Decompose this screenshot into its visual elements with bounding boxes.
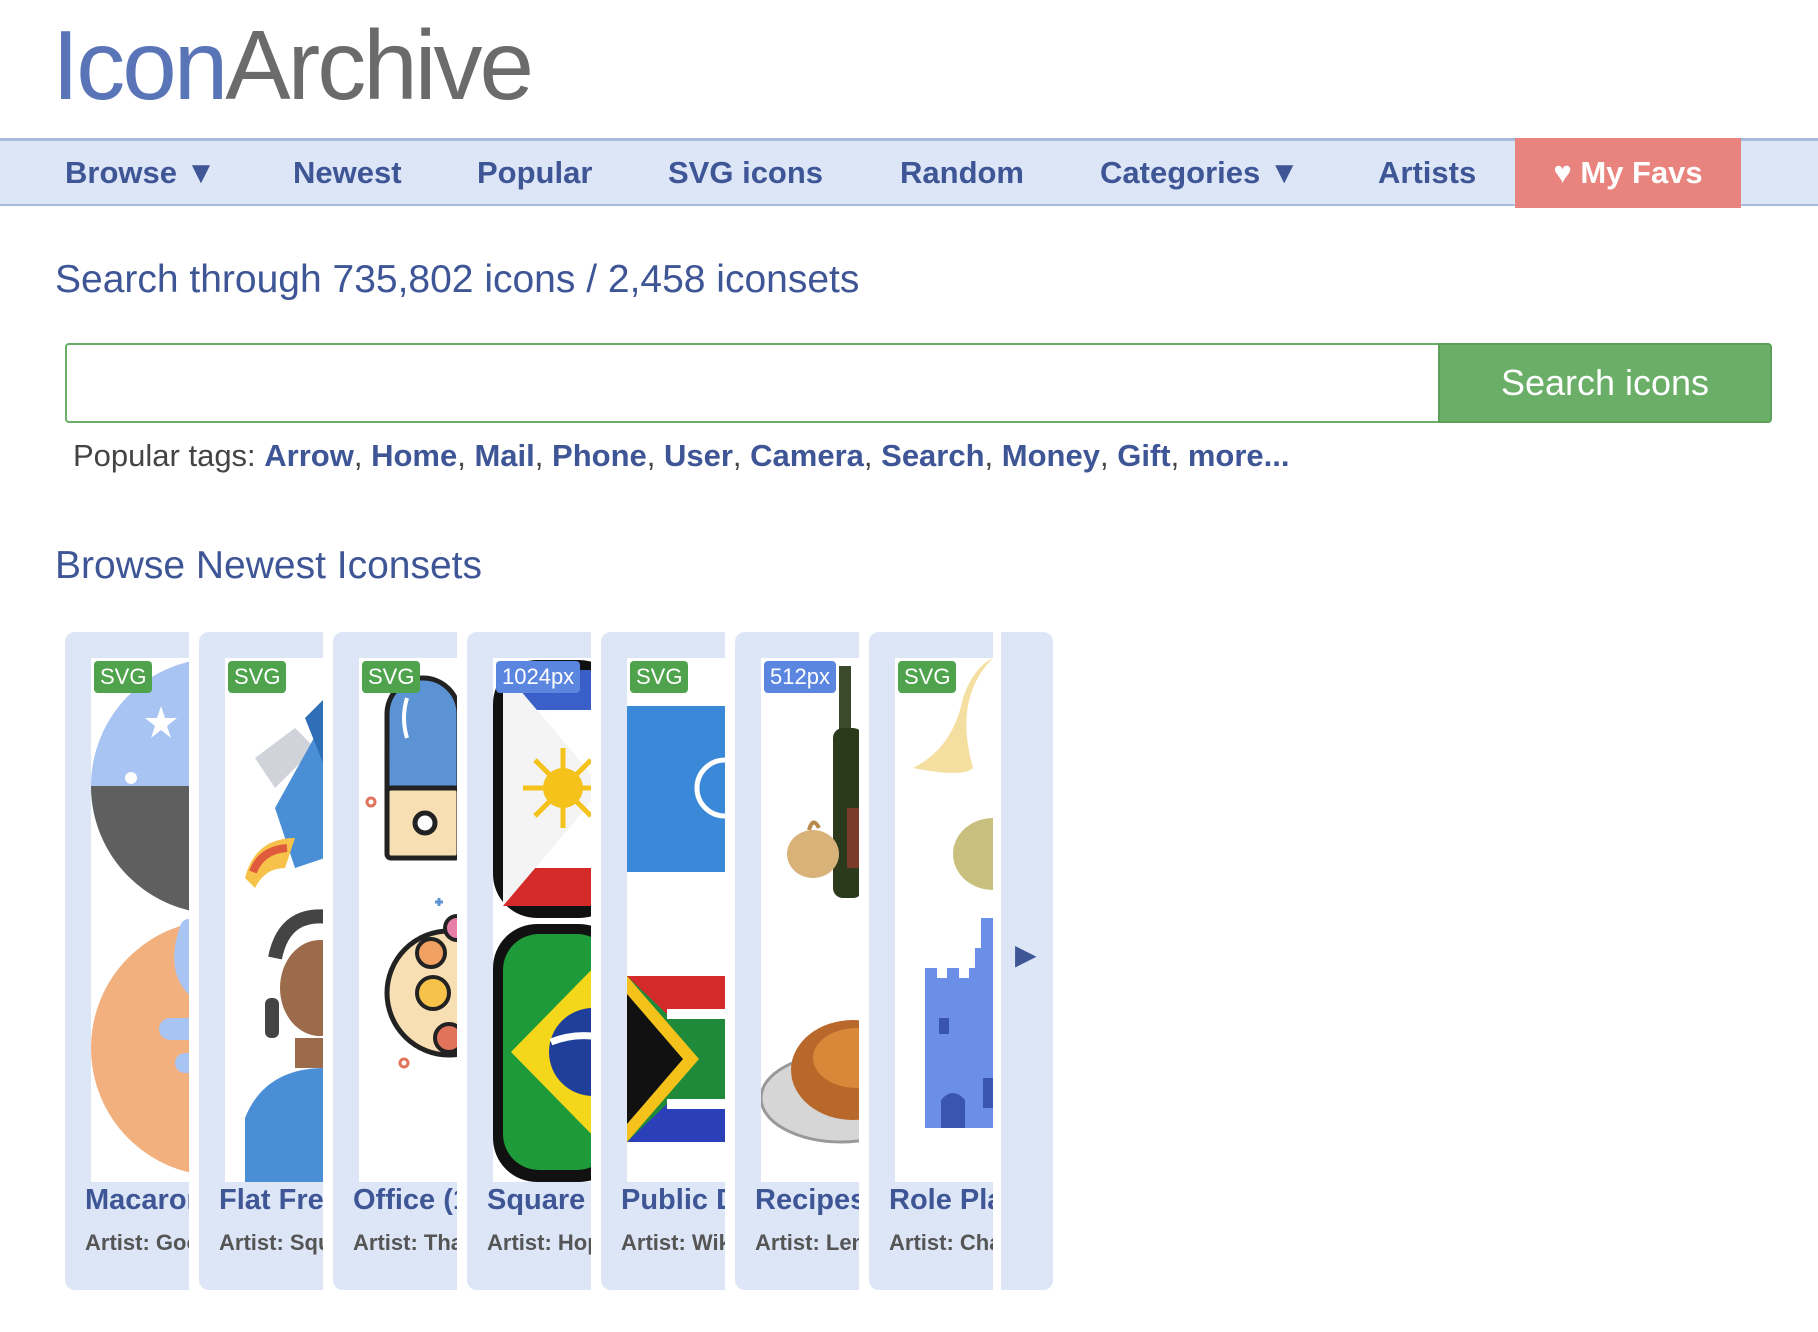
nav-categories[interactable]: Categories ▼	[1100, 141, 1300, 204]
play-arrow-icon: ▶	[1015, 939, 1037, 970]
popular-tags: Popular tags: Arrow, Home, Mail, Phone, …	[73, 438, 1290, 473]
iconset-artist[interactable]: Artist: Tha	[353, 1230, 457, 1256]
site-logo[interactable]: IconArchive	[52, 2, 534, 128]
tag-money[interactable]: Money	[1002, 438, 1100, 473]
carousel-next-button[interactable]: ▶	[1001, 632, 1053, 1290]
search-title: Search through 735,802 icons / 2,458 ico…	[55, 258, 860, 301]
iconset-preview[interactable]	[895, 658, 993, 1182]
logo-part-archive: Archive	[225, 10, 534, 120]
iconset-title[interactable]: Public D	[621, 1184, 725, 1217]
iconset-preview[interactable]	[761, 658, 859, 1182]
search-button[interactable]: Search icons	[1438, 343, 1772, 423]
size-badge: 512px	[764, 661, 836, 693]
tag-mail[interactable]: Mail	[474, 438, 534, 473]
size-badge: 1024px	[496, 661, 581, 693]
iconset-title[interactable]: Recipes	[755, 1184, 859, 1217]
iconset-title[interactable]: Flat Free	[219, 1184, 323, 1217]
tag-gift[interactable]: Gift	[1117, 438, 1170, 473]
iconset-artist[interactable]: Artist: Goo	[85, 1230, 189, 1256]
nav-newest[interactable]: Newest	[293, 141, 402, 204]
iconset-card[interactable]: SVG Macaron Artist: Goo	[65, 632, 189, 1290]
iconset-card[interactable]: SVG Flat Free Artist: Squ	[199, 632, 323, 1290]
iconset-artist[interactable]: Artist: Squ	[219, 1230, 323, 1256]
iconset-card[interactable]: SVG Role Pla Artist: Cha	[869, 632, 993, 1290]
format-badge: SVG	[94, 661, 153, 693]
iconset-preview[interactable]	[359, 658, 457, 1182]
iconset-title[interactable]: Square	[487, 1184, 585, 1217]
format-badge: SVG	[630, 661, 689, 693]
iconset-artist[interactable]: Artist: Hop	[487, 1230, 591, 1256]
main-nav: Browse ▼ Newest Popular SVG icons Random…	[0, 138, 1818, 208]
iconset-card[interactable]: SVG Public D Artist: Wik	[601, 632, 725, 1290]
nav-browse[interactable]: Browse ▼	[65, 141, 216, 204]
section-title: Browse Newest Iconsets	[55, 544, 483, 587]
popular-tags-label: Popular tags:	[73, 438, 265, 473]
iconset-artist[interactable]: Artist: Wik	[621, 1230, 725, 1256]
iconset-title[interactable]: Macaron	[85, 1184, 189, 1217]
tag-phone[interactable]: Phone	[552, 438, 647, 473]
tag-home[interactable]: Home	[371, 438, 457, 473]
format-badge: SVG	[362, 661, 421, 693]
iconset-artist[interactable]: Artist: Cha	[889, 1230, 993, 1256]
iconset-title[interactable]: Role Pla	[889, 1184, 993, 1217]
nav-popular[interactable]: Popular	[477, 141, 592, 204]
iconset-preview[interactable]	[91, 658, 189, 1182]
iconset-preview[interactable]	[627, 658, 725, 1182]
nav-my-favs[interactable]: ♥ My Favs	[1515, 138, 1741, 208]
iconset-card[interactable]: SVG Office (1 Artist: Tha	[333, 632, 457, 1290]
format-badge: SVG	[228, 661, 287, 693]
logo-part-icon: Icon	[52, 10, 228, 120]
search-input[interactable]	[65, 343, 1439, 423]
tag-search[interactable]: Search	[881, 438, 984, 473]
tag-user[interactable]: User	[664, 438, 733, 473]
iconset-artist[interactable]: Artist: Len	[755, 1230, 859, 1256]
iconset-title[interactable]: Office (1	[353, 1184, 457, 1217]
tag-camera[interactable]: Camera	[750, 438, 864, 473]
nav-artists[interactable]: Artists	[1378, 141, 1476, 204]
tag-more[interactable]: more...	[1188, 438, 1290, 473]
iconset-preview[interactable]	[225, 658, 323, 1182]
iconset-card[interactable]: 1024px Square Artist: Hop	[467, 632, 591, 1290]
iconset-preview[interactable]	[493, 658, 591, 1182]
iconset-card[interactable]: 512px Recipes Artist: Len	[735, 632, 859, 1290]
tag-arrow[interactable]: Arrow	[264, 438, 354, 473]
nav-random[interactable]: Random	[900, 141, 1024, 204]
nav-svg-icons[interactable]: SVG icons	[668, 141, 823, 204]
format-badge: SVG	[898, 661, 957, 693]
